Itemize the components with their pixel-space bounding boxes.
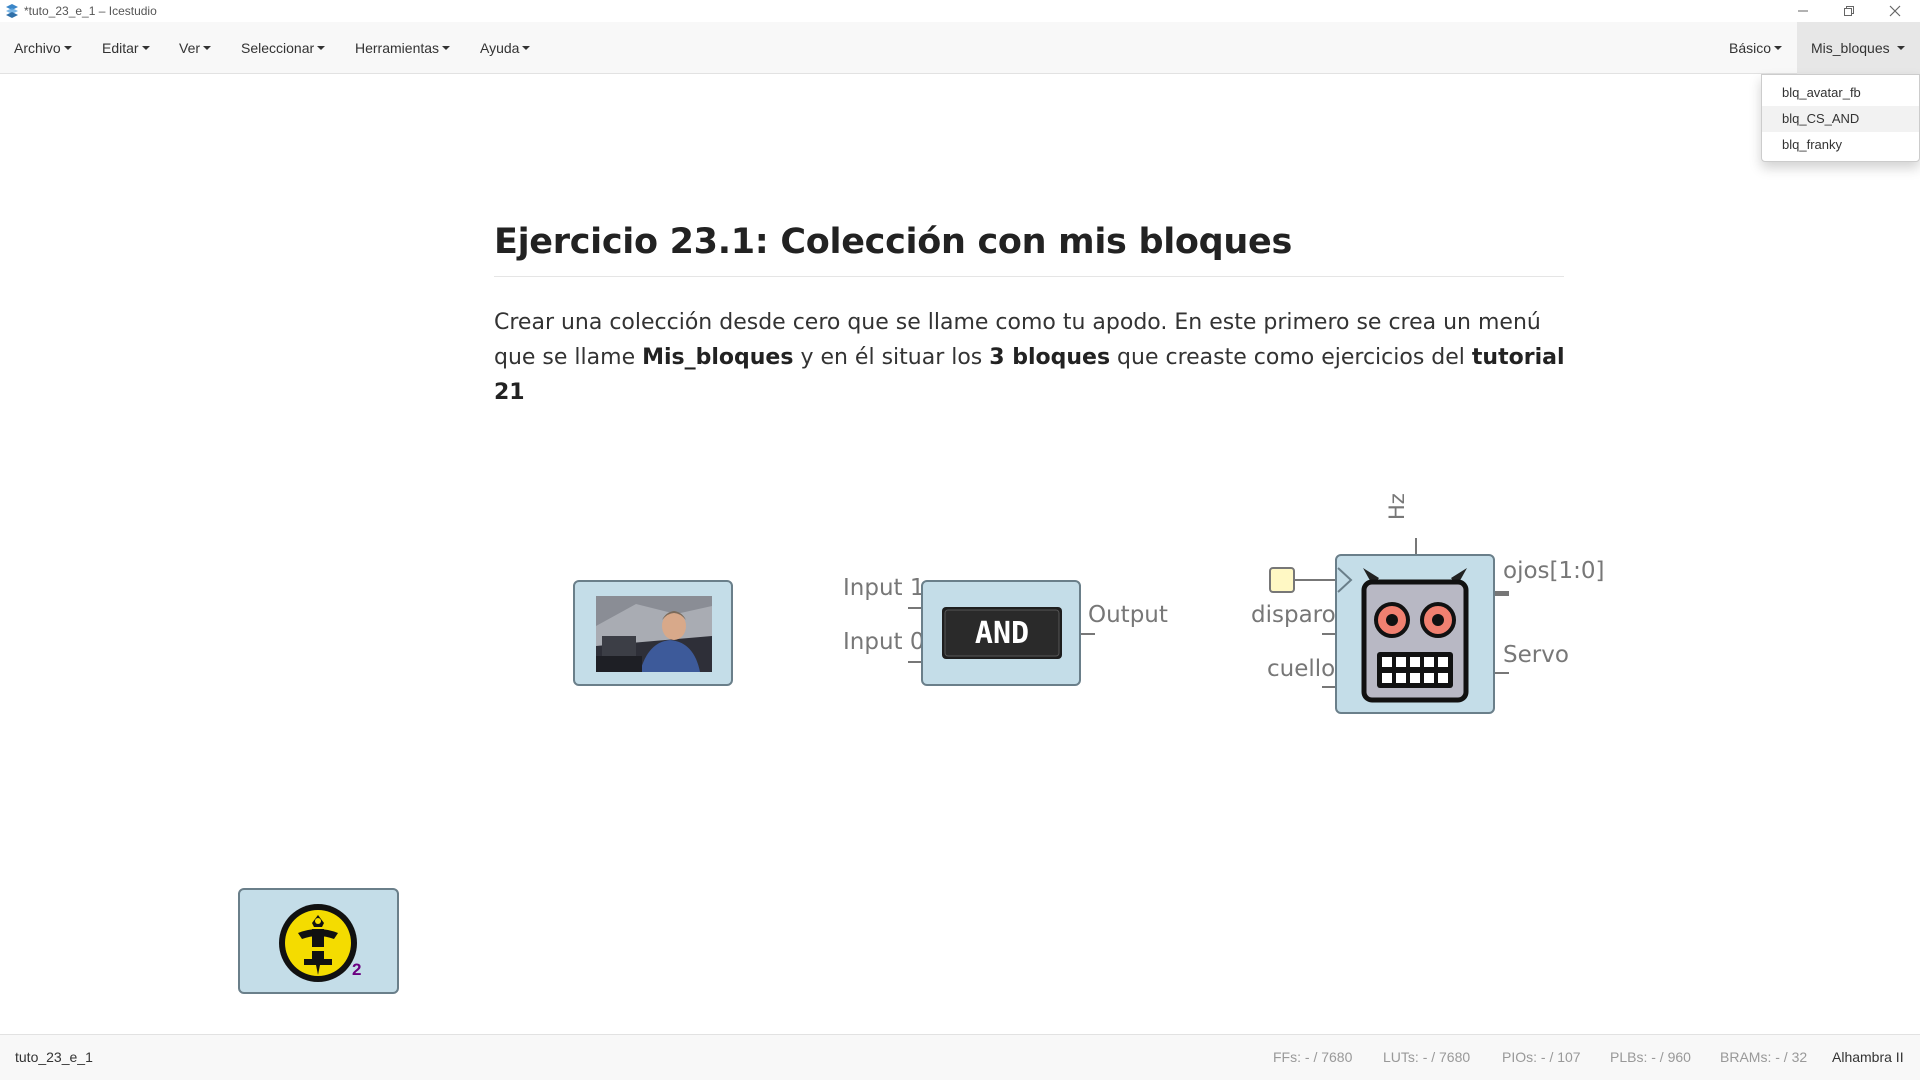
servo-label: Servo — [1503, 642, 1569, 668]
logo-block[interactable]: 2 — [238, 888, 399, 994]
caret-down-icon — [1896, 46, 1905, 50]
franky-block[interactable] — [1335, 554, 1495, 714]
minimize-icon[interactable] — [1780, 0, 1826, 22]
emblem-icon — [279, 904, 357, 982]
board-selector[interactable]: Alhambra II — [1832, 1049, 1904, 1065]
luts-resource: LUTs: - / 7680 — [1383, 1049, 1471, 1065]
avatar-photo — [596, 596, 712, 672]
ffs-resource: FFs: - / 7680 — [1273, 1049, 1353, 1065]
input-0-label: Input 0 — [843, 629, 925, 655]
menu-editar[interactable]: Editar — [88, 22, 164, 74]
menu-mis-bloques[interactable]: Mis_bloques — [1797, 22, 1920, 74]
instance-count-badge: 2 — [352, 960, 362, 979]
project-name: tuto_23_e_1 — [15, 1049, 93, 1065]
caret-down-icon — [141, 46, 150, 50]
disparo-wire — [1322, 633, 1336, 635]
note-title: Ejercicio 23.1: Colección con mis bloque… — [494, 222, 1564, 277]
constant-input[interactable] — [1269, 567, 1295, 593]
brams-resource: BRAMs: - / 32 — [1720, 1049, 1808, 1065]
caret-down-icon — [522, 46, 531, 50]
menu-item-blq-franky[interactable]: blq_franky — [1762, 132, 1919, 158]
menu-seleccionar[interactable]: Seleccionar — [227, 22, 339, 74]
disparo-label: disparo — [1251, 602, 1336, 628]
icestudio-app-icon — [6, 4, 18, 18]
note-body: Crear una colección desde cero que se ll… — [494, 310, 1565, 405]
caret-down-icon — [1774, 46, 1783, 50]
servo-wire — [1495, 672, 1509, 674]
caret-down-icon — [317, 46, 326, 50]
menu-basico[interactable]: Básico — [1715, 22, 1796, 74]
close-icon[interactable] — [1872, 0, 1918, 22]
restore-icon[interactable] — [1826, 0, 1872, 22]
window-titlebar: *tuto_23_e_1 – Icestudio — [0, 0, 1920, 22]
menu-bar: Archivo Editar Ver Seleccionar Herramien… — [0, 22, 1920, 74]
menu-ayuda[interactable]: Ayuda — [466, 22, 544, 74]
avatar-block[interactable] — [573, 580, 733, 686]
plbs-resource: PLBs: - / 960 — [1610, 1049, 1691, 1065]
caret-down-icon — [442, 46, 451, 50]
clock-wire — [1295, 579, 1335, 581]
output-wire — [1081, 633, 1095, 635]
input-1-wire — [908, 607, 922, 609]
output-label: Output — [1088, 602, 1168, 628]
cuello-wire — [1322, 686, 1336, 688]
caret-down-icon — [63, 46, 72, 50]
input-0-wire — [908, 661, 922, 663]
menu-item-blq-avatar-fb[interactable]: blq_avatar_fb — [1762, 80, 1919, 106]
menu-ver[interactable]: Ver — [165, 22, 225, 74]
and-chip-icon: AND — [942, 607, 1062, 659]
and-chip-label: AND — [975, 616, 1029, 651]
and-block[interactable]: AND — [921, 580, 1081, 686]
pios-resource: PIOs: - / 107 — [1502, 1049, 1581, 1065]
caret-down-icon — [203, 46, 212, 50]
hz-param-label: Hz — [1385, 493, 1409, 520]
ojos-label: ojos[1:0] — [1503, 558, 1605, 584]
hz-wire — [1415, 538, 1417, 555]
menu-archivo[interactable]: Archivo — [0, 22, 86, 74]
ojos-bus-wire — [1495, 591, 1509, 596]
window-title: *tuto_23_e_1 – Icestudio — [24, 4, 157, 18]
menu-herramientas[interactable]: Herramientas — [341, 22, 464, 74]
input-1-label: Input 1 — [843, 575, 925, 601]
robot-icon — [1337, 567, 1469, 703]
mis-bloques-dropdown: blq_avatar_fb blq_CS_AND blq_franky — [1761, 74, 1920, 162]
menu-item-blq-cs-and[interactable]: blq_CS_AND — [1762, 106, 1919, 132]
status-bar: tuto_23_e_1 FFs: - / 7680 LUTs: - / 7680… — [0, 1034, 1920, 1080]
cuello-label: cuello — [1267, 656, 1336, 682]
